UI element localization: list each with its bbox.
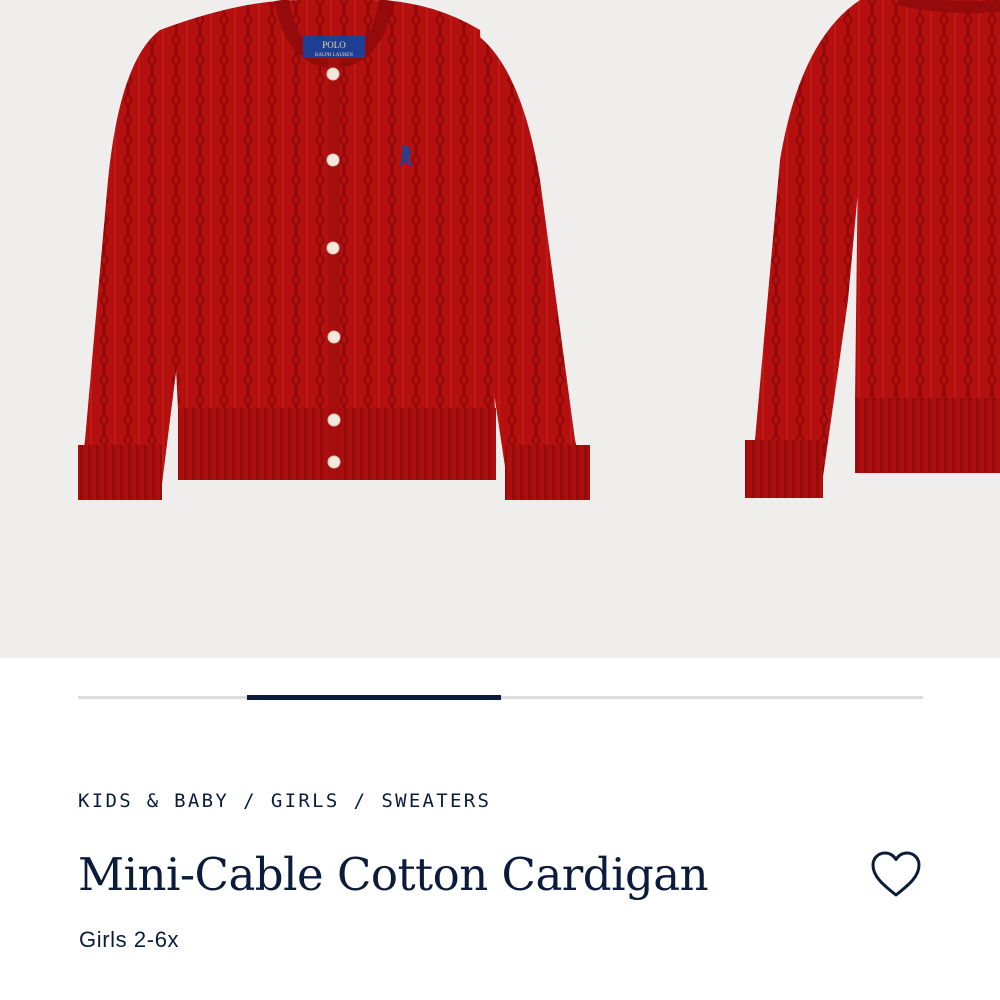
- favorite-button[interactable]: [868, 847, 924, 903]
- product-subtitle: Girls 2-6x: [79, 927, 180, 952]
- breadcrumb-sweaters[interactable]: SWEATERS: [381, 790, 491, 812]
- breadcrumb: KIDS & BABY / GIRLS / SWEATERS: [78, 790, 491, 812]
- label-text-polo: POLO: [322, 40, 346, 50]
- product-image-gallery[interactable]: POLO RALPH LAUREN: [0, 0, 1000, 658]
- breadcrumb-separator: /: [243, 790, 257, 812]
- label-text-brand: RALPH LAUREN: [315, 53, 353, 58]
- product-title: Mini-Cable Cotton Cardigan: [78, 848, 709, 901]
- cardigan-front-view: POLO RALPH LAUREN: [78, 0, 590, 500]
- heart-outline-icon: [871, 851, 921, 897]
- gallery-progress-track[interactable]: [78, 695, 923, 700]
- breadcrumb-separator: /: [353, 790, 368, 812]
- gallery-progress-indicator: [247, 695, 501, 700]
- breadcrumb-girls[interactable]: GIRLS: [271, 790, 340, 812]
- breadcrumb-kids-baby[interactable]: KIDS & BABY: [78, 790, 229, 812]
- cardigan-back-view: [745, 0, 1000, 498]
- product-image-cardigan: POLO RALPH LAUREN: [78, 0, 1000, 500]
